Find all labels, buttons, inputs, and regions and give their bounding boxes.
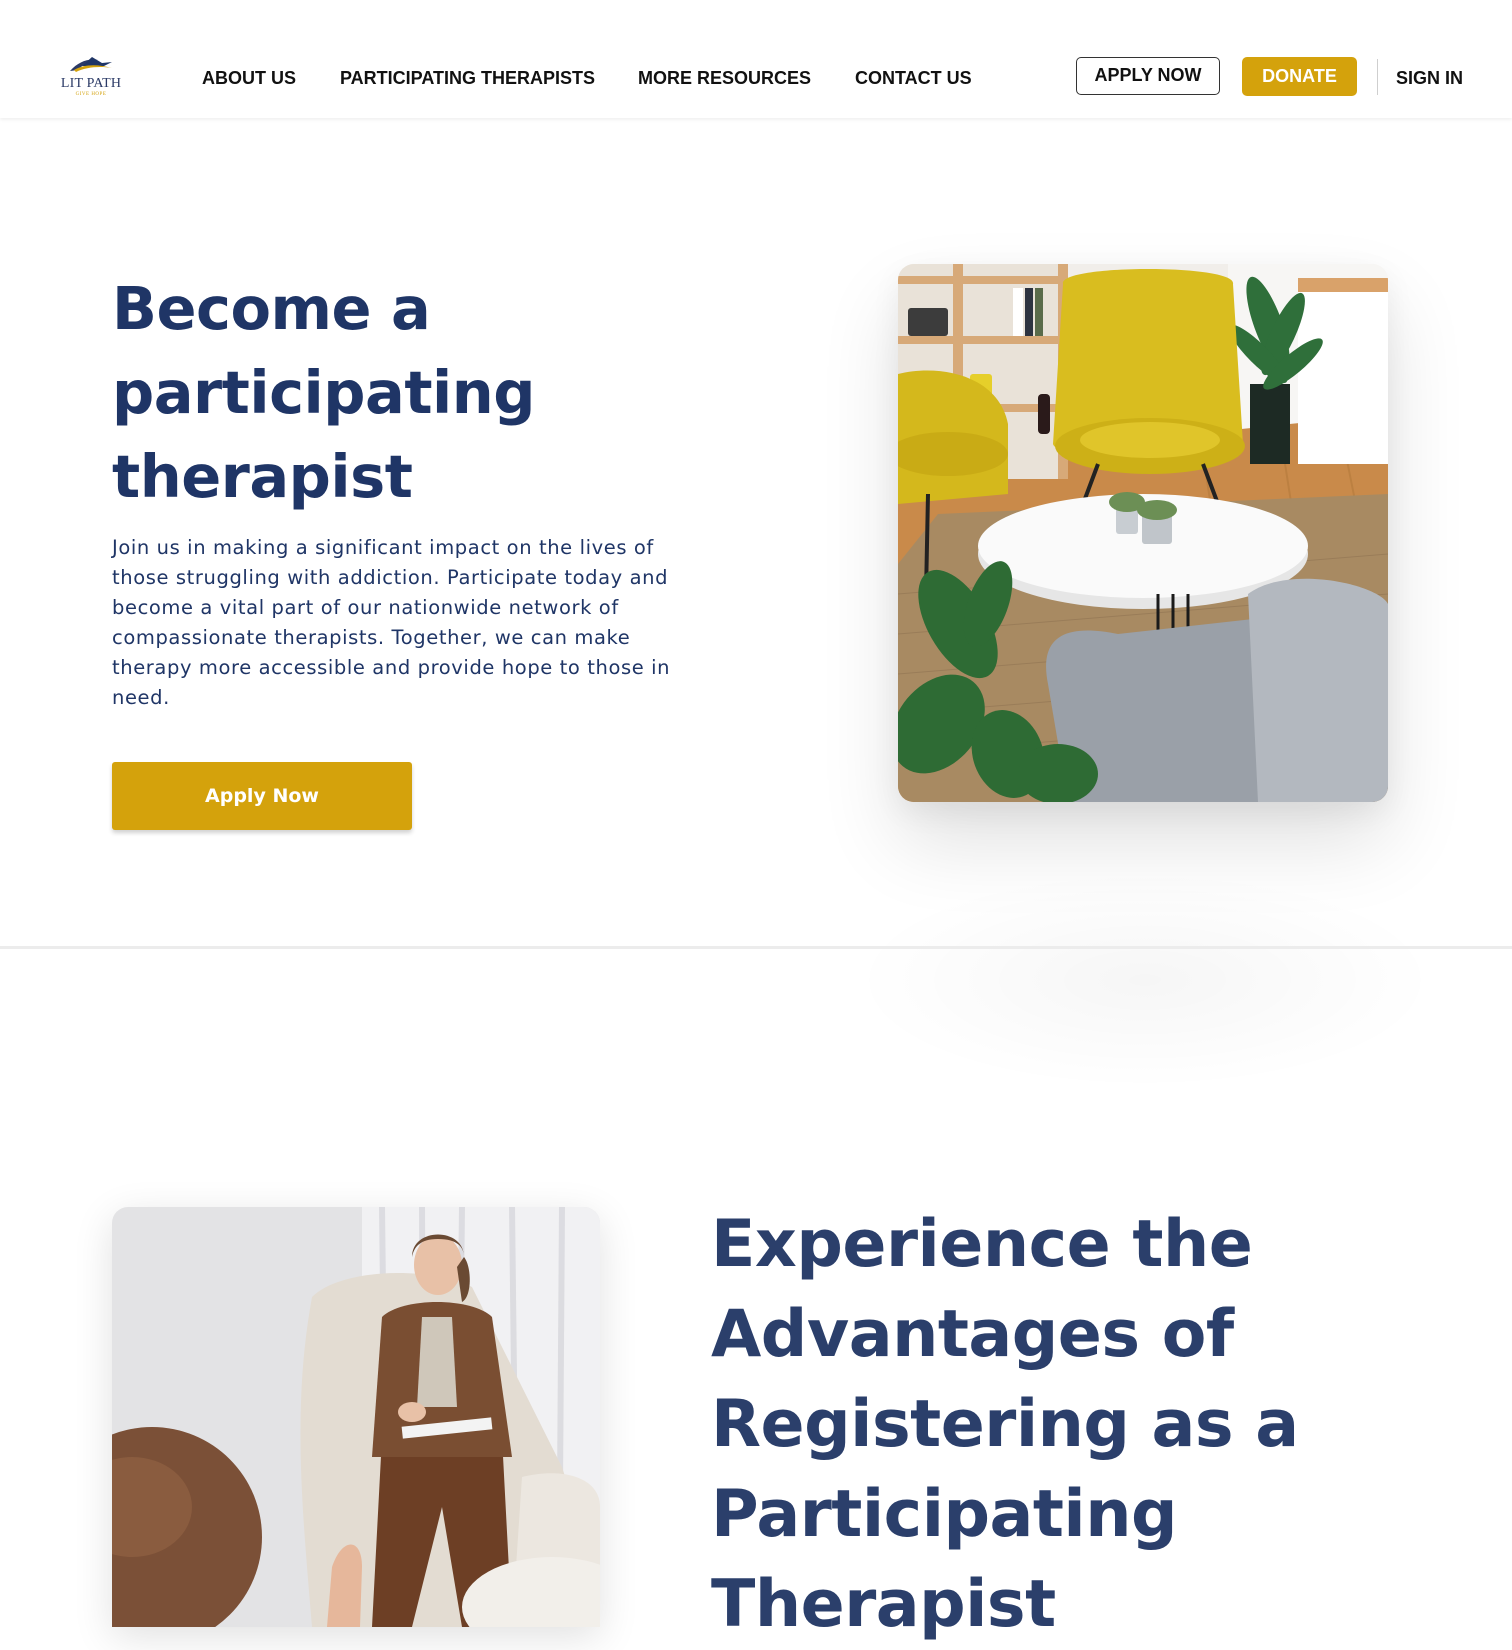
donate-button[interactable]: DONATE — [1242, 57, 1357, 96]
advantages-title: Experience the Advantages of Registering… — [711, 1207, 1299, 1642]
nav-about-us[interactable]: ABOUT US — [202, 66, 296, 90]
nav-contact-us[interactable]: CONTACT US — [855, 66, 972, 90]
site-logo[interactable]: LIT PATH GIVE HOPE — [58, 54, 124, 100]
hero-title: Become a participating therapist — [112, 274, 535, 511]
mountain-swoosh-icon — [70, 57, 112, 72]
therapy-session-image — [112, 1207, 600, 1627]
nav-divider — [1377, 59, 1378, 95]
section-divider — [0, 946, 1512, 949]
hero-apply-now-button[interactable]: Apply Now — [112, 762, 412, 830]
apply-now-button[interactable]: APPLY NOW — [1076, 57, 1220, 95]
therapy-room-image — [898, 264, 1388, 802]
hero-description: Join us in making a significant impact o… — [112, 536, 671, 709]
image-shadow — [850, 870, 1440, 1090]
logo-name: LIT PATH — [60, 76, 122, 91]
site-header: LIT PATH GIVE HOPE ABOUT US PARTICIPATIN… — [0, 0, 1512, 118]
logo-tagline: GIVE HOPE — [75, 92, 107, 97]
sign-in-link[interactable]: SIGN IN — [1396, 66, 1463, 90]
nav-participating-therapists[interactable]: PARTICIPATING THERAPISTS — [340, 66, 595, 90]
nav-more-resources[interactable]: MORE RESOURCES — [638, 66, 811, 90]
